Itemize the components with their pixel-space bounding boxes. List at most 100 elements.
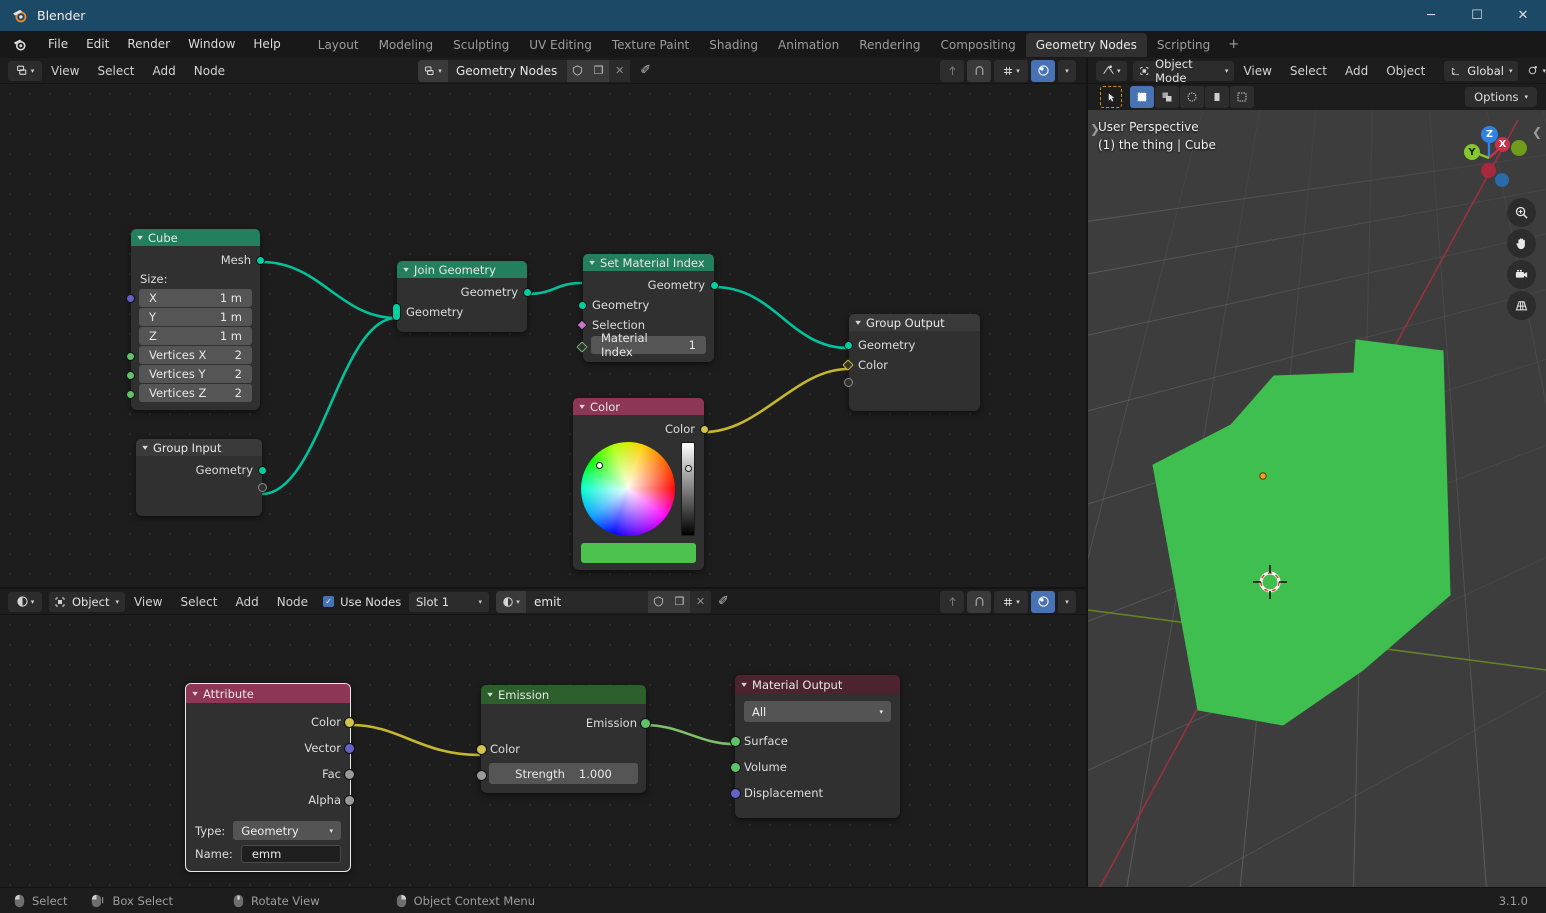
node-set-material-index-header[interactable]: ▾ Set Material Index (583, 254, 714, 271)
emission-strength-field[interactable]: Strength 1.000 (489, 763, 638, 784)
cube-vertices-z-socket[interactable] (126, 389, 135, 399)
node-group-output-header[interactable]: ▾ Group Output (849, 314, 980, 331)
shader-pin-icon[interactable]: ✐ (718, 594, 729, 609)
cube-vertices-x-field[interactable]: Vertices X 2 (139, 346, 252, 364)
group-output-geometry-row[interactable]: Geometry (844, 335, 980, 355)
node-join-geometry-header[interactable]: ▾ Join Geometry (397, 261, 527, 278)
zoom-icon[interactable] (1507, 198, 1536, 227)
gizmo-axis-x[interactable]: X (1495, 137, 1510, 152)
node-cube[interactable]: ▾ Cube Mesh Size: X 1 m Y 1 m Z 1 m Vert… (126, 229, 265, 410)
overlays-dropdown[interactable]: ▾ (1058, 59, 1076, 82)
collapse-chevron-icon[interactable]: ▾ (589, 258, 595, 267)
menu-window[interactable]: Window (179, 34, 244, 55)
node-cube-header[interactable]: ▾ Cube (131, 229, 260, 246)
tweak-tool-button[interactable] (1100, 86, 1122, 108)
cube-size-x-field[interactable]: X 1 m (139, 289, 252, 307)
node-color-header[interactable]: ▾ Color (573, 398, 704, 415)
snap-settings-icon[interactable]: ▾ (994, 59, 1028, 82)
shader-overlays-dropdown[interactable]: ▾ (1058, 590, 1076, 613)
material-name-field[interactable]: emit (526, 591, 648, 613)
shader-type-selector[interactable]: Object ▾ (49, 591, 125, 612)
node-attribute[interactable]: ▾ Attribute Color Vector Fac Alpha Type:… (185, 683, 355, 872)
node-color[interactable]: ▾ Color Color (573, 398, 709, 570)
geometry-node-canvas[interactable]: ▾ Cube Mesh Size: X 1 m Y 1 m Z 1 m Vert… (0, 84, 1086, 587)
attribute-out-alpha[interactable]: Alpha (186, 787, 355, 813)
cube-vertices-x-socket[interactable] (126, 351, 135, 361)
menu-edit[interactable]: Edit (77, 34, 118, 55)
cube-output-mesh[interactable]: Mesh (131, 250, 265, 270)
attribute-vector-socket[interactable] (344, 742, 355, 754)
select-tweak-button[interactable] (1155, 86, 1179, 108)
group-output-virtual-row[interactable] (844, 375, 980, 389)
cube-size-z-field[interactable]: Z 1 m (139, 327, 252, 345)
viewport-menu-select[interactable]: Select (1281, 61, 1336, 81)
viewport-menu-object[interactable]: Object (1377, 61, 1434, 81)
viewport-menu-add[interactable]: Add (1336, 61, 1377, 81)
viewport-options-button[interactable]: Options ▾ (1465, 87, 1537, 107)
smi-output-row[interactable]: Geometry (583, 275, 719, 295)
interaction-mode-selector[interactable]: Object Mode ▾ (1132, 57, 1235, 85)
node-attribute-header[interactable]: ▾ Attribute (186, 684, 350, 703)
shader-overlays-toggle[interactable] (1031, 590, 1055, 613)
geo-menu-view[interactable]: View (42, 61, 88, 81)
select-lasso-button[interactable] (1205, 86, 1229, 108)
group-output-virtual-socket[interactable] (844, 377, 853, 387)
smi-input-geometry-row[interactable]: Geometry (578, 295, 714, 315)
tab-texture-paint[interactable]: Texture Paint (602, 33, 699, 57)
material-fake-user-button[interactable] (648, 590, 669, 613)
smi-material-index-field[interactable]: Material Index 1 (591, 331, 706, 359)
overlays-toggle[interactable] (1031, 59, 1055, 82)
tab-uv-editing[interactable]: UV Editing (519, 33, 602, 57)
material-copy-button[interactable]: ❐ (669, 590, 690, 613)
value-slider-handle[interactable] (685, 465, 692, 472)
nodetree-icon[interactable]: ▾ (418, 59, 448, 82)
tab-shading[interactable]: Shading (699, 33, 768, 57)
material-output-displacement-row[interactable]: Displacement (730, 780, 900, 806)
viewport-editor-type-icon[interactable]: ▾ (1096, 60, 1127, 81)
group-input-virtual-row[interactable] (136, 480, 267, 494)
value-slider[interactable] (681, 442, 695, 536)
select-circle-button[interactable] (1180, 86, 1204, 108)
smi-material-index-socket[interactable] (576, 341, 588, 353)
maximize-button[interactable]: ☐ (1454, 0, 1500, 31)
cube-size-socket[interactable] (126, 293, 135, 303)
smi-selection-socket[interactable] (576, 319, 588, 331)
nodegroup-name-field[interactable]: Geometry Nodes (448, 60, 567, 82)
snapping-toggle[interactable]: ▾ (1526, 64, 1546, 77)
pin-icon[interactable]: ✐ (640, 63, 651, 78)
collapse-chevron-icon[interactable]: ▾ (403, 265, 409, 274)
geo-menu-select[interactable]: Select (88, 61, 143, 81)
geo-menu-node[interactable]: Node (185, 61, 234, 81)
tab-compositing[interactable]: Compositing (930, 33, 1025, 57)
smi-geometry-socket[interactable] (578, 300, 587, 310)
toolbar-expand-icon[interactable]: ❯ (1090, 122, 1100, 136)
shader-editor-type-icon[interactable]: ▾ (8, 591, 42, 612)
material-output-target-dropdown[interactable]: All ▾ (744, 701, 891, 722)
tab-rendering[interactable]: Rendering (849, 33, 930, 57)
color-output-socket[interactable] (700, 424, 709, 434)
shader-snap-magnet-icon[interactable] (967, 590, 991, 613)
grid-icon[interactable] (1507, 291, 1536, 320)
emission-color-row[interactable]: Color (476, 736, 646, 762)
join-input-socket[interactable] (392, 303, 401, 321)
tab-animation[interactable]: Animation (768, 33, 849, 57)
close-button[interactable]: ✕ (1500, 0, 1546, 31)
node-emission-header[interactable]: ▾ Emission (481, 685, 646, 704)
node-group-input-header[interactable]: ▾ Group Input (136, 439, 262, 456)
shader-node-canvas[interactable]: ▾ Attribute Color Vector Fac Alpha Type:… (0, 615, 1086, 887)
cube-vertices-y-socket[interactable] (126, 370, 135, 380)
gizmo-axis-neg-x[interactable] (1481, 163, 1496, 178)
attribute-out-vector[interactable]: Vector (186, 735, 355, 761)
hand-icon[interactable] (1507, 229, 1536, 258)
minimize-button[interactable]: ─ (1408, 0, 1454, 31)
shader-snap-parent-icon[interactable] (940, 590, 964, 613)
color-wheel-disc[interactable] (581, 442, 675, 536)
collapse-chevron-icon[interactable]: ▾ (741, 680, 747, 689)
tab-modeling[interactable]: Modeling (369, 33, 444, 57)
color-wheel[interactable] (581, 442, 675, 536)
smi-output-socket[interactable] (710, 280, 719, 290)
sidebar-expand-icon[interactable]: ❮ (1532, 125, 1542, 139)
node-emission[interactable]: ▾ Emission Emission Color Strength 1.000 (476, 685, 651, 793)
shader-snap-settings-icon[interactable]: ▾ (994, 590, 1028, 613)
node-group-input[interactable]: ▾ Group Input Geometry (136, 439, 267, 516)
